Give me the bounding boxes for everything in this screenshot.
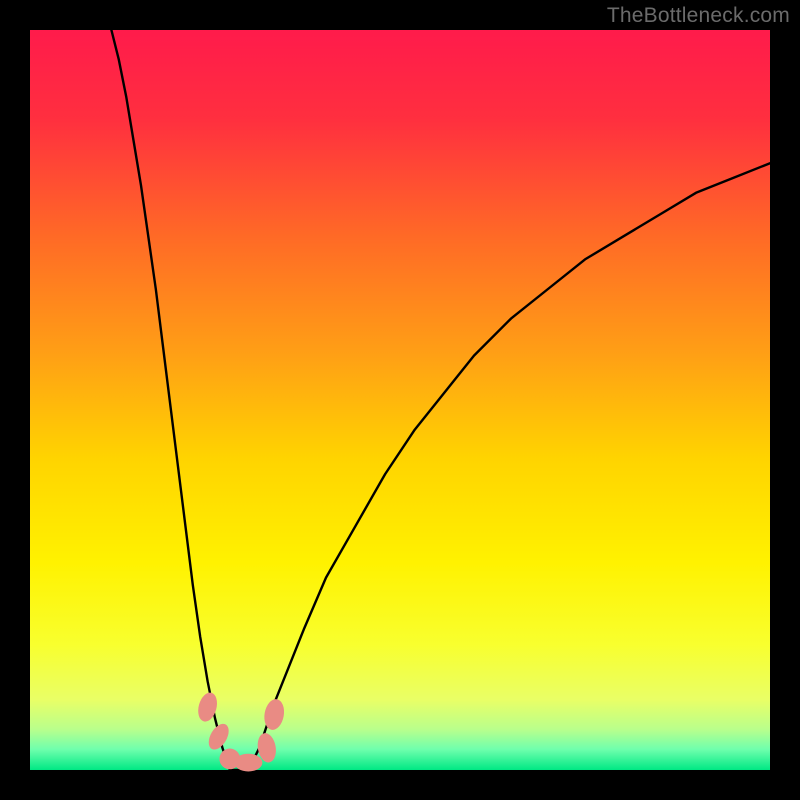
marker-blob: [234, 754, 262, 772]
chart-frame: TheBottleneck.com: [0, 0, 800, 800]
plot-background: [30, 30, 770, 770]
bottleneck-chart: [0, 0, 800, 800]
watermark-text: TheBottleneck.com: [607, 4, 790, 28]
